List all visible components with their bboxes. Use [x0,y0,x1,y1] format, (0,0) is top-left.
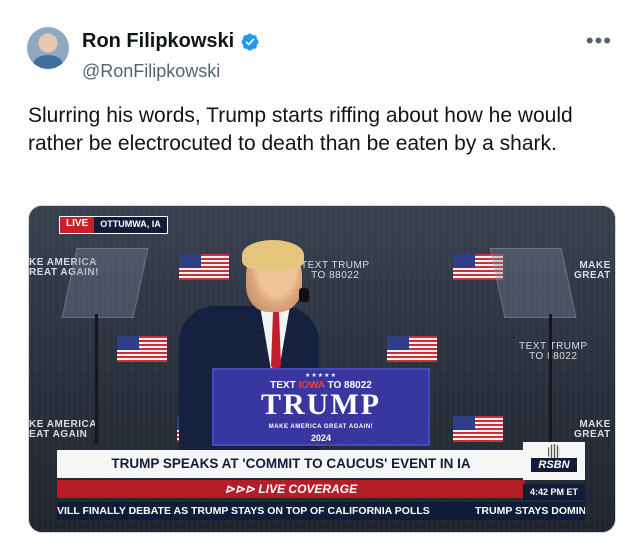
more-icon[interactable]: ••• [586,28,612,54]
backdrop-text: MAKE GREAT [574,260,611,281]
flag-icon [387,336,437,362]
backdrop-text: TEXT TRUMP TO 88022 [519,341,588,362]
teleprompter-left [61,248,149,318]
podium: ★★★★★ TEXT IOWA TO 88022 TRUMP MAKE AMER… [212,368,430,446]
podium-slogan: MAKE AMERICA GREAT AGAIN! [268,424,374,430]
author-handle[interactable]: @RonFilipkowski [82,61,220,82]
network-name: RSBN [531,458,577,472]
tweet-text: Slurring his words, Trump starts riffing… [28,104,573,155]
teleprompter-pole [95,314,98,444]
live-bug: LIVE OTTUMWA, IA [59,216,168,234]
author-name[interactable]: Ron Filipkowski [82,30,234,53]
live-coverage-bar: ⊳⊳⊳ LIVE COVERAGE [57,480,525,498]
backdrop-text: KE AMERICA EAT AGAIN [29,419,97,440]
flag-icon [179,254,229,280]
network-logo: RSBN [523,442,585,480]
microphone-icon [299,288,309,302]
podium-year: 2024 [310,433,332,443]
backdrop-text: TEXT TRUMP TO 88022 [301,260,370,281]
teleprompter-right [489,248,577,318]
news-ticker: VILL FINALLY DEBATE AS TRUMP STAYS ON TO… [57,502,585,520]
ticker-text-left: VILL FINALLY DEBATE AS TRUMP STAYS ON TO… [57,505,430,517]
live-label: LIVE [60,217,95,233]
podium-stars: ★★★★★ [305,373,337,379]
teleprompter-pole [549,314,552,444]
avatar-shirt [33,55,63,69]
location-label: OTTUMWA, IA [94,217,167,233]
video-media[interactable]: KE AMERICA REAT AGAIN! TEXT TRUMP TO 880… [28,205,616,533]
microphone-icon [548,444,560,458]
avatar[interactable] [27,27,69,69]
flag-icon [453,416,503,442]
author-name-row: Ron Filipkowski [82,30,260,53]
broadcast-time: 4:42 PM ET [523,484,585,500]
headline-bar: TRUMP SPEAKS AT 'COMMIT TO CAUCUS' EVENT… [57,450,525,478]
verified-badge-icon [241,32,259,51]
flag-icon [117,336,167,362]
podium-title: TRUMP [261,388,381,421]
ticker-text-right: TRUMP STAYS DOMINANT [475,505,585,517]
speaker-hair [242,240,304,270]
backdrop-text: MAKE GREAT [574,419,611,440]
